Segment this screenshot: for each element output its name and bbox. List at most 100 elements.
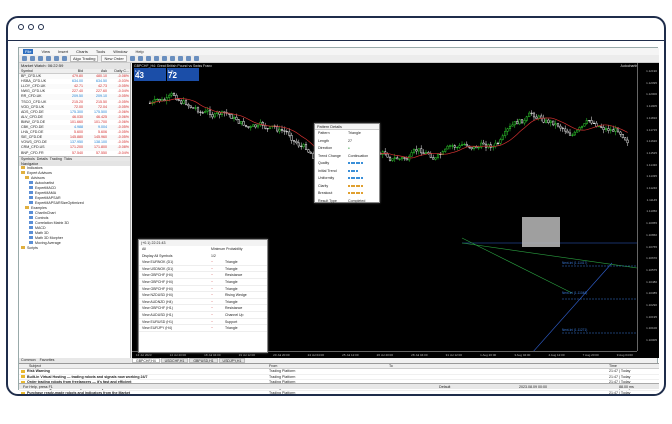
tester-icon[interactable] <box>62 56 67 61</box>
level-label: Next-Ini (1.11048) <box>562 291 587 295</box>
zoom-out-icon[interactable] <box>161 56 167 61</box>
tab-trading[interactable]: Trading <box>50 157 62 161</box>
candle-body <box>285 131 288 133</box>
pattern-symbol-link[interactable]: View AUDUSD (H1) <box>139 312 211 318</box>
candle-chart-icon[interactable] <box>137 56 143 61</box>
col-to[interactable]: To <box>389 364 609 368</box>
pattern-list-row[interactable]: View GBPCHF (H1) ~ Resistance <box>139 305 267 312</box>
pattern-list-row[interactable]: View EURNOK (D1) ~ Triangle <box>139 259 267 266</box>
buy-button[interactable]: 1.11 72 <box>167 68 199 81</box>
pattern-detail-row: Trend Change Continuation <box>315 153 379 161</box>
pattern-shape-icon: ~ <box>211 299 214 304</box>
candle-body <box>576 129 579 133</box>
pattern-list-row[interactable]: View GBPCHF (H4) ~ Triangle <box>139 279 267 286</box>
pattern-symbol-link[interactable]: View AUDNZD (H4) <box>139 299 211 305</box>
candle-body <box>520 119 524 124</box>
pattern-list-row[interactable]: View AUDUSD (H1) ~ Channel Up <box>139 312 267 319</box>
menu-charts[interactable]: Charts <box>76 49 88 54</box>
menu-tools[interactable]: Tools <box>96 49 105 54</box>
profiles-icon[interactable] <box>30 56 35 61</box>
price-tick: 1.11810 <box>646 115 657 120</box>
price-tick: 1.10480 <box>646 279 657 284</box>
pattern-list-row[interactable]: View USDNOK (D1) ~ Triangle <box>139 266 267 273</box>
new-order-button[interactable]: New Order <box>101 55 127 62</box>
navigator-item-label: Indicators <box>27 165 43 170</box>
tab-ticks[interactable]: Ticks <box>64 157 72 161</box>
menu-view[interactable]: View <box>41 49 50 54</box>
menu-insert[interactable]: Insert <box>58 49 68 54</box>
tab-details[interactable]: Details <box>37 157 48 161</box>
pattern-symbol-link[interactable]: View EURJPY (H4) <box>139 325 211 331</box>
menu-help[interactable]: Help <box>135 49 143 54</box>
col-subject[interactable]: Subject <box>19 364 269 368</box>
new-chart-icon[interactable] <box>22 56 27 61</box>
algo-trading-button[interactable]: Algo Trading <box>70 55 99 62</box>
col-daily-change[interactable]: Daily C... <box>107 69 129 73</box>
candle-body <box>309 151 312 154</box>
direction-icon: ● <box>348 146 350 150</box>
min-probability-label: Minimum Probability <box>211 247 243 251</box>
crosshair-icon[interactable] <box>177 56 183 61</box>
expert-icon <box>29 216 33 220</box>
patterns-filter-select[interactable]: All <box>139 246 211 253</box>
tab-symbols[interactable]: Symbols <box>21 157 35 161</box>
pattern-symbol-link[interactable]: View GBPCHF (H4) <box>139 272 211 278</box>
trendline-icon[interactable] <box>185 56 191 61</box>
col-time[interactable]: Time <box>609 364 659 368</box>
bar-chart-icon[interactable] <box>129 56 135 61</box>
mail-row[interactable]: Purchase ready-made robots and indicator… <box>19 391 659 394</box>
pattern-symbol-link[interactable]: View GBPCHF (H1) <box>139 305 211 311</box>
sell-button[interactable]: 1.11 43 <box>134 68 166 81</box>
zoom-in-icon[interactable] <box>153 56 159 61</box>
pattern-list-row[interactable]: View EURJPY (H4) ~ Triangle <box>139 325 267 332</box>
pattern-list-row[interactable]: View AUDNZD (H4) ~ Triangle <box>139 299 267 306</box>
col-bid[interactable]: Bid <box>59 69 83 73</box>
patterns-page: 1/2 <box>211 253 216 258</box>
line-chart-icon[interactable] <box>145 56 151 61</box>
toolbox-icon[interactable] <box>54 56 59 61</box>
candle-body <box>165 97 168 101</box>
navigator-item-label: ChartInChart <box>35 210 56 215</box>
expert-icon <box>29 236 33 240</box>
pattern-list-row[interactable]: View GBPCHF (H4) ~ Resistance <box>139 272 267 279</box>
pattern-symbol-link[interactable]: View EURNOK (D1) <box>139 259 211 265</box>
rating-bar-icon <box>348 175 363 183</box>
pattern-list-row[interactable]: View GBPCHF (H4) ~ Triangle <box>139 286 267 293</box>
pattern-symbol-link[interactable]: View EURUSD (H1) <box>139 319 211 325</box>
candle-body <box>424 152 428 154</box>
pattern-type: Triangle <box>225 260 238 265</box>
candle-body <box>516 121 519 125</box>
price-tick: 1.10005 <box>646 338 657 343</box>
text-icon[interactable] <box>193 56 199 61</box>
mail-subject: Risk Warning <box>27 369 50 373</box>
candle-body <box>391 158 394 161</box>
toolbox-panel: Subject From To Time Risk Warning Trading… <box>19 363 659 394</box>
mail-subject-cell: Purchase ready-made robots and indicator… <box>19 391 269 394</box>
market-watch-icon[interactable] <box>38 56 43 61</box>
pattern-symbol-link[interactable]: View GBPCHF (H4) <box>139 279 211 285</box>
pattern-list-row[interactable]: View NZDUSD (H4) ~ Rising Wedge <box>139 292 267 299</box>
display-all-checkbox[interactable]: Display All Symbols <box>139 253 211 260</box>
detail-key: Quality <box>318 161 330 165</box>
pattern-shape-icon: ~ <box>211 266 214 271</box>
candle-body <box>583 123 586 127</box>
detail-key: Pattern <box>318 131 330 135</box>
market-watch-row[interactable]: BNP_CFD.FR 57.540 57.550 -0.04% <box>19 151 130 156</box>
buy-price-big: 72 <box>168 71 177 80</box>
mail-time: 21:47 | Today <box>609 369 631 373</box>
pattern-symbol-link[interactable]: View USDNOK (D1) <box>139 266 211 272</box>
pattern-symbol-link[interactable]: View GBPCHF (H4) <box>139 286 211 292</box>
menu-file[interactable]: File <box>23 49 34 54</box>
menu-window[interactable]: Window <box>113 49 127 54</box>
expert-icon <box>29 186 33 190</box>
navigator-icon[interactable] <box>46 56 51 61</box>
col-ask[interactable]: Ask <box>83 69 107 73</box>
navigator-item[interactable]: Scripts <box>19 246 130 251</box>
col-from[interactable]: From <box>269 364 389 368</box>
cursor-icon[interactable] <box>169 56 175 61</box>
pattern-list-row[interactable]: View EURUSD (H1) ~ Support <box>139 319 267 326</box>
pattern-detail-row: Initial Trend <box>315 168 379 176</box>
pattern-symbol-link[interactable]: View NZDUSD (H4) <box>139 292 211 298</box>
price-chart[interactable]: Next-Ini (1.11048) Next-Ini (1.11417) Next… <box>132 63 659 358</box>
col-symbol[interactable]: Symbol <box>19 69 59 73</box>
